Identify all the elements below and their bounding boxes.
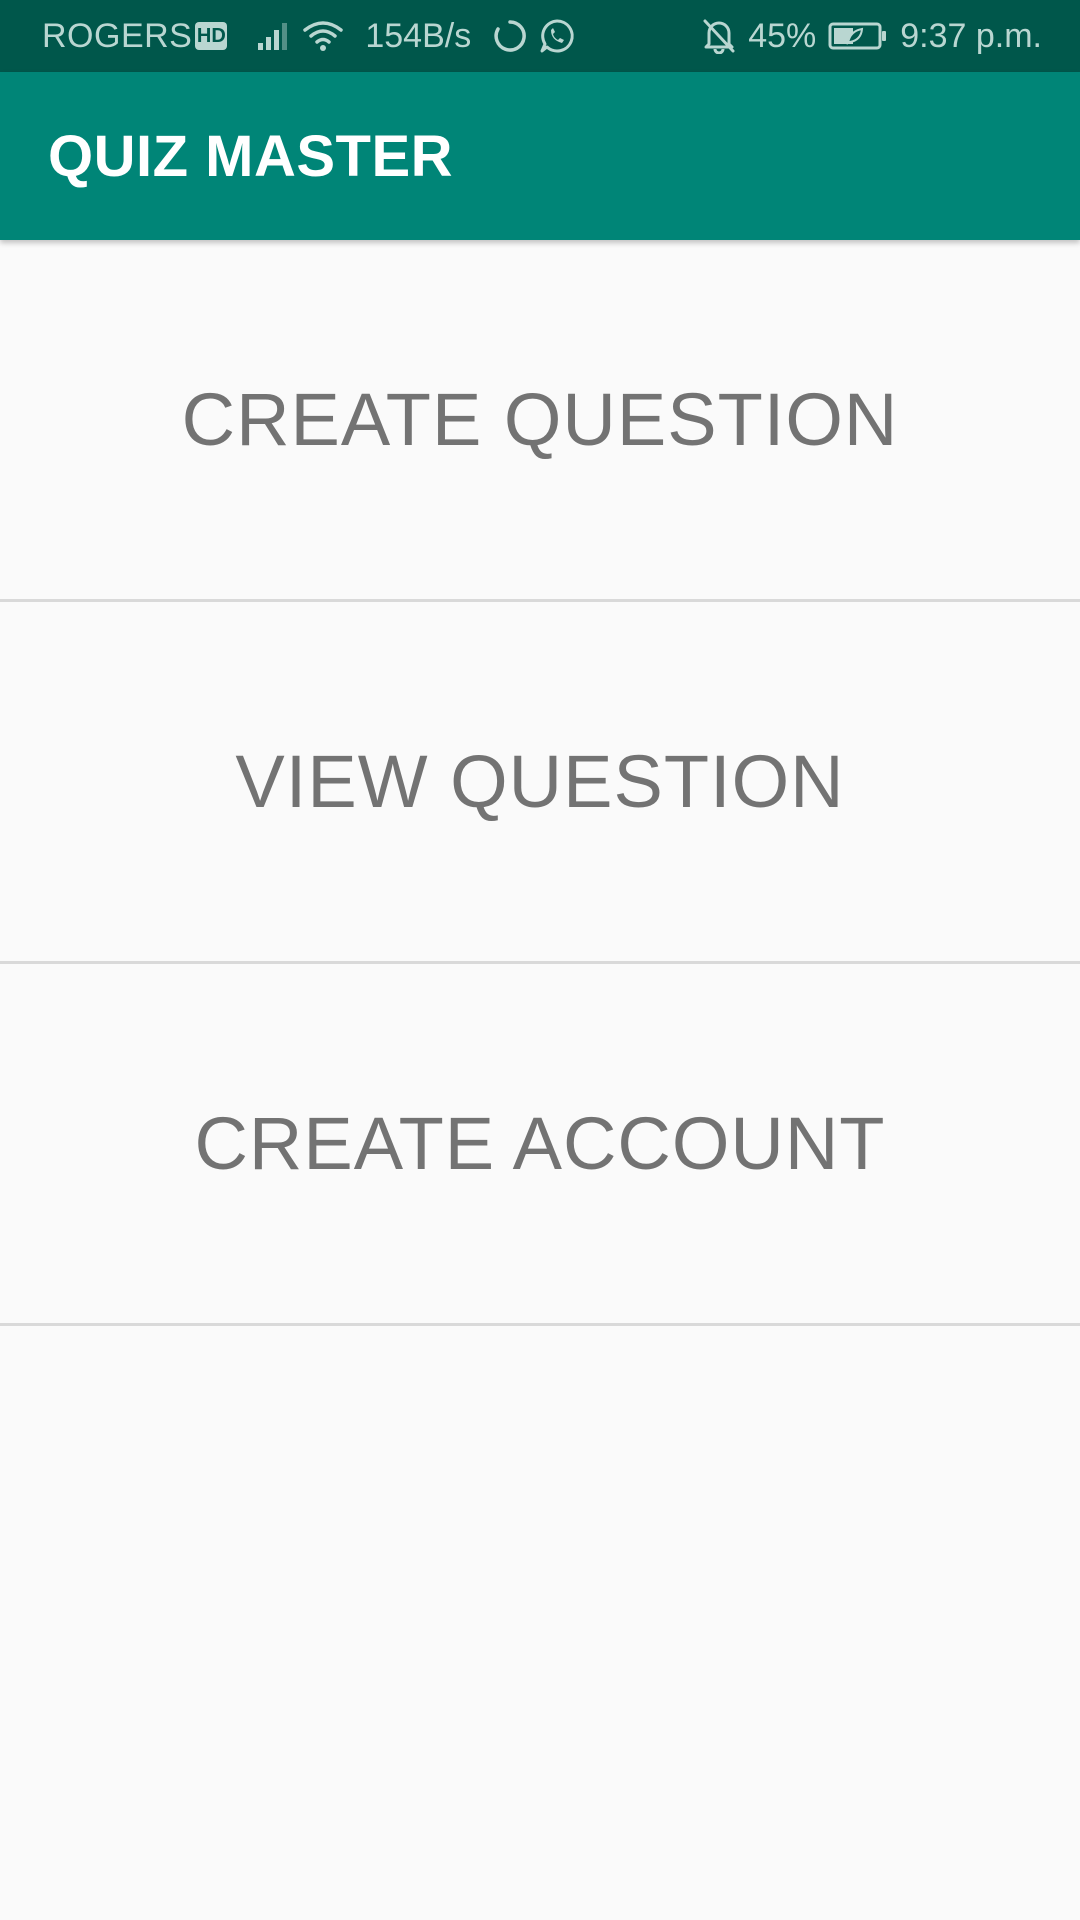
app-bar: QUIZ MASTER [0, 72, 1080, 240]
hd-badge: HD [195, 22, 228, 50]
main-menu: CREATE QUESTION VIEW QUESTION CREATE ACC… [0, 240, 1080, 1326]
create-question-button[interactable]: CREATE QUESTION [0, 240, 1080, 602]
battery-saver-icon [828, 21, 888, 51]
status-left: ROGERS HD 154B/s [0, 0, 575, 72]
network-speed: 154B/s [365, 16, 472, 55]
clock: 9:37 p.m. [900, 16, 1042, 55]
app-title: QUIZ MASTER [48, 123, 454, 189]
status-right: 45% 9:37 p.m. [702, 0, 1080, 72]
view-question-label: VIEW QUESTION [235, 740, 845, 823]
signal-icon [257, 21, 291, 51]
battery-percent: 45% [748, 16, 817, 55]
wifi-icon [303, 19, 344, 53]
create-account-label: CREATE ACCOUNT [194, 1102, 886, 1185]
sync-icon [493, 19, 527, 53]
carrier-name: ROGERS [42, 16, 193, 55]
create-account-button[interactable]: CREATE ACCOUNT [0, 964, 1080, 1326]
status-bar: ROGERS HD 154B/s 45% 9:37 p.m. [0, 0, 1080, 72]
view-question-button[interactable]: VIEW QUESTION [0, 602, 1080, 964]
whatsapp-icon [539, 18, 575, 54]
notifications-off-icon [702, 18, 736, 54]
create-question-label: CREATE QUESTION [181, 378, 899, 461]
